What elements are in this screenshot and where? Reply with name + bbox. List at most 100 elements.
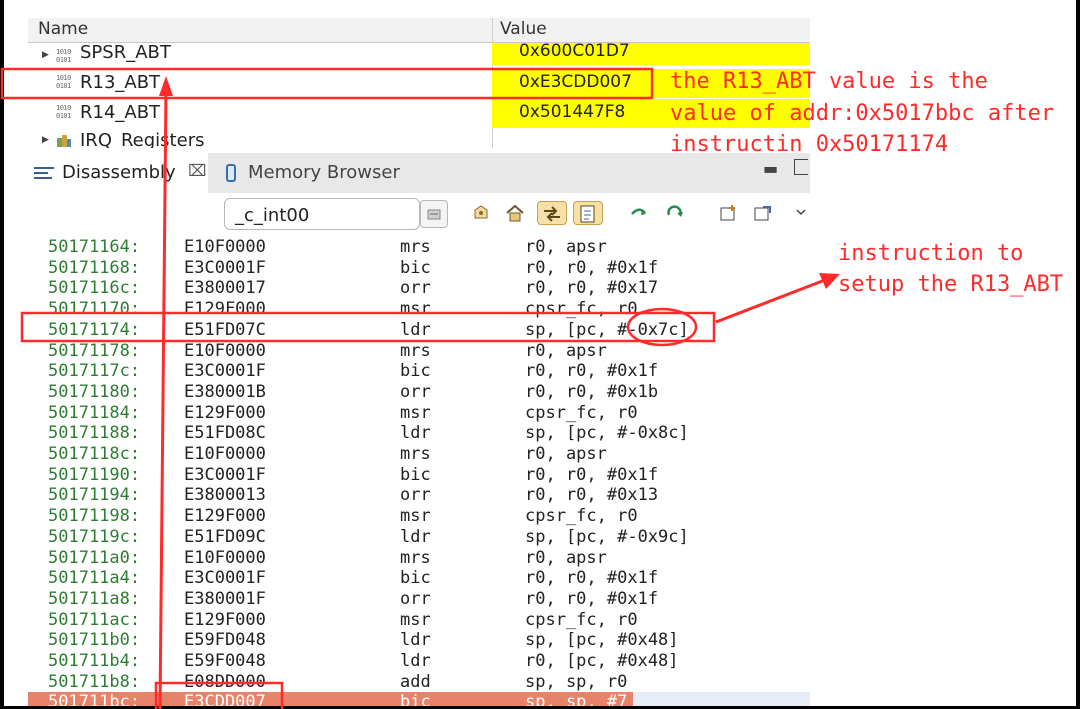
instruction-operands: cpsr_fc, r0: [525, 609, 638, 630]
current-instruction-row[interactable]: 501711bc: E3CDD007 bic sp, sp, #7: [28, 692, 810, 706]
step-over-icon: [631, 208, 646, 215]
instruction-operands: cpsr_fc, r0: [525, 299, 638, 320]
instruction-opcode: E129F000: [184, 299, 266, 320]
instruction-row[interactable]: 50171180: E380001B orr r0, r0, #0x1b: [28, 382, 810, 403]
instruction-address: 5017118c:: [48, 444, 141, 464]
instruction-opcode: E3C0001F: [184, 257, 266, 278]
instruction-address: 50171190:: [48, 464, 141, 485]
name-column-header[interactable]: Name: [38, 19, 88, 39]
instruction-operands: cpsr_fc, r0: [525, 506, 638, 527]
pin-view-button[interactable]: [750, 201, 776, 225]
instruction-address: 50171194:: [48, 485, 141, 506]
instruction-mnemonic: mrs: [400, 237, 431, 257]
instruction-mnemonic: msr: [400, 299, 431, 320]
instruction-address: 501711ac:: [48, 609, 141, 630]
instruction-address: 501711b0:: [48, 630, 141, 651]
instruction-row[interactable]: 50171190: E3C0001F bic r0, r0, #0x1f: [28, 465, 810, 486]
tab-disassembly[interactable]: Disassembly ⌧: [28, 153, 208, 193]
instruction-operands: r0, r0, #0x1f: [525, 588, 659, 609]
instruction-row[interactable]: 50171164: E10F0000 mrs r0, apsr: [28, 237, 810, 258]
link-icon: [474, 205, 488, 219]
home-button[interactable]: [502, 201, 528, 225]
instruction-row[interactable]: 50171178: E10F0000 mrs r0, apsr: [28, 341, 810, 362]
instruction-row[interactable]: 501711b8: E08DD000 add sp, sp, r0: [28, 672, 810, 693]
expand-arrow-icon[interactable]: ▶: [42, 135, 49, 145]
instruction-row[interactable]: 501711ac: E129F000 msr cpsr_fc, r0: [28, 610, 810, 631]
instruction-opcode: E3CDD007: [184, 692, 266, 706]
registers-header: Name Value: [28, 18, 810, 43]
instruction-mnemonic: msr: [400, 506, 431, 527]
instruction-address: 501711bc:: [48, 692, 141, 706]
chevron-down-icon: [796, 209, 806, 216]
value-column-header[interactable]: Value: [500, 19, 547, 39]
tab-label: Memory Browser: [248, 162, 400, 183]
instruction-opcode: E51FD09C: [184, 526, 266, 547]
register-value: 0xE3CDD007: [519, 72, 632, 92]
instruction-operands: r0, r0, #0x1f: [525, 257, 659, 278]
show-source-button[interactable]: [573, 201, 603, 225]
instruction-row[interactable]: 501711a8: E380001F orr r0, r0, #0x1f: [28, 589, 810, 610]
register-value: 0x501447F8: [519, 102, 626, 122]
instruction-address: 50171174:: [48, 319, 141, 340]
instruction-operands: r0, r0, #0x1b: [525, 381, 659, 402]
memory-icon: [226, 164, 236, 182]
instruction-address: 5017119c:: [48, 526, 141, 547]
instruction-row[interactable]: 501711a4: E3C0001F bic r0, r0, #0x1f: [28, 568, 810, 589]
expand-arrow-icon[interactable]: ▶: [42, 50, 49, 60]
instruction-row[interactable]: 5017116c: E3800017 orr r0, r0, #0x17: [28, 278, 810, 299]
annotation-note-line: instruction to: [838, 241, 1024, 266]
instruction-address: 50171188:: [48, 423, 141, 444]
instruction-row[interactable]: 501711b4: E59F0048 ldr r0, [pc, #0x48]: [28, 651, 810, 672]
instruction-row[interactable]: 5017117c: E3C0001F bic r0, r0, #0x1f: [28, 361, 810, 382]
annotation-note-line: the R13_ABT value is the: [670, 69, 988, 94]
instruction-mnemonic: add: [400, 671, 431, 692]
instruction-row[interactable]: 50171168: E3C0001F bic r0, r0, #0x1f: [28, 258, 810, 279]
instruction-row[interactable]: 50171198: E129F000 msr cpsr_fc, r0: [28, 506, 810, 527]
new-view-button[interactable]: [716, 201, 742, 225]
register-value-cell[interactable]: 0x600C01D7: [492, 41, 810, 65]
pin-icon: [754, 206, 771, 221]
instruction-row[interactable]: 501711a0: E10F0000 mrs r0, apsr: [28, 548, 810, 569]
instruction-row[interactable]: 50171170: E129F000 msr cpsr_fc, r0: [28, 299, 810, 320]
instruction-mnemonic: ldr: [400, 319, 431, 340]
instruction-row[interactable]: 5017119c: E51FD09C ldr sp, [pc, #-0x9c]: [28, 527, 810, 548]
instruction-row[interactable]: 50171194: E3800013 orr r0, r0, #0x13: [28, 485, 810, 506]
instruction-row[interactable]: 5017118c: E10F0000 mrs r0, apsr: [28, 444, 810, 465]
instruction-opcode: E51FD08C: [184, 423, 266, 444]
source-icon: [580, 205, 595, 223]
tab-memory-browser[interactable]: Memory Browser: [218, 153, 438, 193]
instruction-row[interactable]: 50171184: E129F000 msr cpsr_fc, r0: [28, 403, 810, 424]
instruction-operands: sp, [pc, #0x48]: [525, 630, 679, 651]
instruction-mnemonic: orr: [400, 588, 431, 609]
maximize-icon[interactable]: [794, 159, 808, 175]
address-input[interactable]: _c_int00: [224, 198, 420, 230]
instruction-row[interactable]: 501711b0: E59FD048 ldr sp, [pc, #0x48]: [28, 630, 810, 651]
instruction-mnemonic: bic: [400, 361, 431, 382]
link-with-debug-button[interactable]: [468, 201, 494, 225]
instruction-address: 50171184:: [48, 402, 141, 423]
instruction-address: 50171178:: [48, 340, 141, 361]
go-to-address-button[interactable]: [420, 200, 448, 228]
register-group-name: IRQ_Registers: [80, 130, 205, 148]
close-icon[interactable]: ⌧: [188, 161, 206, 180]
instruction-row[interactable]: 50171188: E51FD08C ldr sp, [pc, #-0x8c]: [28, 423, 810, 444]
step-return-button[interactable]: [662, 201, 688, 225]
register-group-icon: [57, 135, 71, 147]
annotation-note-line: instructin 0x50171174: [670, 132, 949, 157]
instruction-address: 50171180:: [48, 381, 141, 402]
instruction-row[interactable]: 50171174: E51FD07C ldr sp, [pc, #-0x7c]: [28, 320, 810, 341]
instruction-operands: r0, r0, #0x13: [525, 485, 659, 506]
instruction-opcode: E3800017: [184, 278, 266, 299]
disassembly-listing[interactable]: 50171164: E10F0000 mrs r0, apsr 50171168: E3C…: [28, 237, 810, 706]
instruction-mnemonic: ldr: [400, 423, 431, 444]
refresh-icon: [667, 205, 683, 217]
instruction-operands: r0, apsr: [525, 547, 607, 568]
instruction-opcode: E3C0001F: [184, 361, 266, 382]
view-menu-button[interactable]: [792, 201, 810, 225]
sync-source-button[interactable]: [537, 201, 567, 225]
step-over-button[interactable]: [626, 201, 652, 225]
register-row-spsr-abt[interactable]: ▶ 1010 0101 SPSR_ABT 0x600C01D7: [28, 41, 810, 65]
instruction-address: 50171164:: [48, 237, 141, 257]
binary-register-icon: 1010 0101: [56, 74, 71, 90]
minimize-icon[interactable]: ▬: [763, 159, 778, 178]
